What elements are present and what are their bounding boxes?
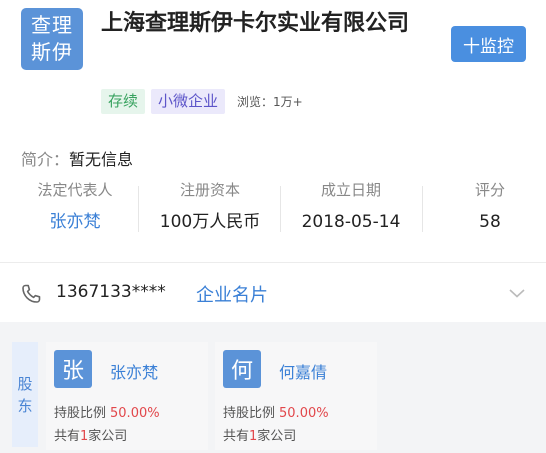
legal-rep-link[interactable]: 张亦梵 (20, 208, 130, 236)
avatar: 何 (223, 350, 261, 388)
status-tags: 存续 小微企业 浏览：1万+ (101, 89, 303, 114)
company-count: 共有1家公司 (54, 425, 127, 444)
shareholders-tab-char: 东 (17, 396, 33, 415)
shareholder-name[interactable]: 张亦梵 (110, 359, 158, 383)
company-count-suffix: 家公司 (257, 429, 297, 444)
founded-title: 成立日期 (320, 181, 381, 199)
score-value: 58 (479, 212, 501, 232)
share-ratio-value: 50.00% (110, 406, 160, 421)
shareholder-name[interactable]: 何嘉倩 (279, 359, 327, 383)
views-count: 浏览：1万+ (237, 93, 303, 110)
shareholder-card[interactable]: 张 张亦梵 持股比例 50.00% 共有1家公司 (46, 342, 208, 450)
share-ratio: 持股比例 50.00% (223, 402, 329, 421)
logo-text-line1: 查理 (31, 13, 73, 37)
capital-column: 注册资本 100万人民币 (145, 180, 275, 236)
share-ratio-value: 50.00% (279, 406, 329, 421)
column-divider (280, 186, 281, 232)
share-ratio-label: 持股比例 (54, 406, 107, 421)
chevron-down-icon[interactable] (508, 284, 526, 302)
capital-value: 100万人民币 (159, 212, 261, 232)
section-divider (0, 262, 546, 263)
intro-value: 暂无信息 (69, 150, 134, 169)
column-divider (422, 186, 423, 232)
company-count-prefix: 共有 (223, 429, 250, 444)
company-size-badge: 小微企业 (151, 89, 226, 114)
views-value: 1万+ (273, 95, 303, 109)
monitor-button[interactable]: 十监控 (451, 26, 526, 62)
phone-number[interactable]: 1367133**** (56, 282, 166, 302)
company-logo: 查理 斯伊 (21, 8, 83, 70)
company-count-prefix: 共有 (54, 429, 81, 444)
legal-rep-column: 法定代表人 张亦梵 (20, 180, 130, 236)
avatar: 张 (54, 350, 92, 388)
status-badge: 存续 (101, 89, 146, 114)
phone-icon (22, 284, 41, 303)
founded-column: 成立日期 2018-05-14 (288, 180, 414, 236)
intro-row: 简介：暂无信息 (21, 146, 133, 170)
score-column: 评分 58 (450, 180, 530, 236)
shareholder-card[interactable]: 何 何嘉倩 持股比例 50.00% 共有1家公司 (215, 342, 377, 450)
share-ratio: 持股比例 50.00% (54, 402, 160, 421)
share-ratio-label: 持股比例 (223, 406, 276, 421)
key-info: 法定代表人 张亦梵 注册资本 100万人民币 成立日期 2018-05-14 评… (0, 180, 546, 238)
intro-label: 简介： (21, 150, 70, 169)
company-count-suffix: 家公司 (88, 429, 128, 444)
legal-rep-title: 法定代表人 (37, 181, 113, 199)
shareholders-tab-char: 股 (17, 374, 33, 393)
shareholders-tab[interactable]: 股 东 (12, 342, 38, 447)
founded-value: 2018-05-14 (301, 212, 401, 232)
views-label: 浏览： (237, 95, 274, 109)
column-divider (138, 186, 139, 232)
contact-row[interactable]: 1367133**** 企业名片 (0, 270, 546, 318)
logo-text-line2: 斯伊 (31, 40, 73, 64)
company-count: 共有1家公司 (223, 425, 296, 444)
company-name: 上海查理斯伊卡尔实业有限公司 (101, 11, 410, 36)
business-card-link[interactable]: 企业名片 (196, 281, 268, 307)
capital-title: 注册资本 (179, 181, 240, 199)
score-title: 评分 (474, 181, 505, 199)
